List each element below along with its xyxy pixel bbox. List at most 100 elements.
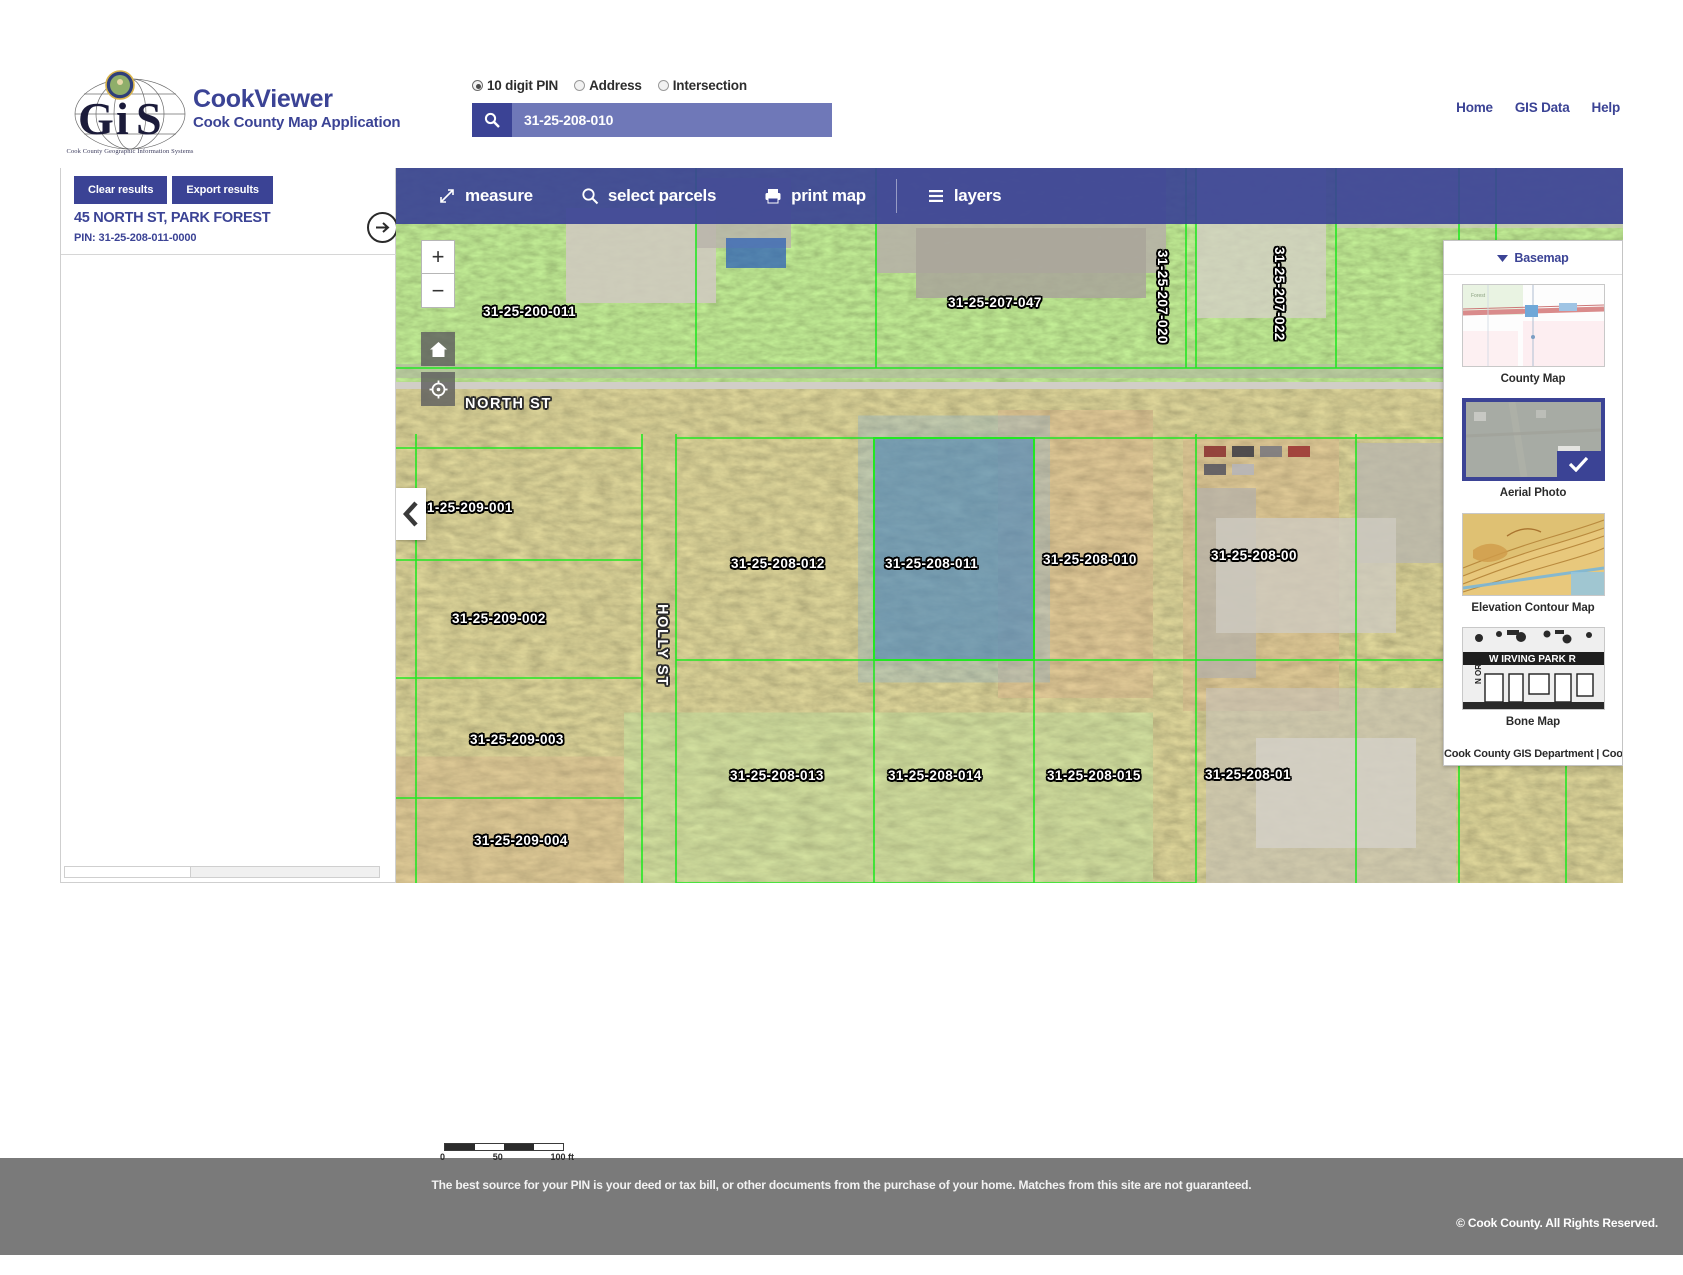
basemap-option-elevation-contour-map[interactable]: Elevation Contour Map [1444,513,1622,615]
basemap-panel: Basemap [1443,240,1623,766]
search-icon [484,112,500,128]
search-icon [581,187,599,205]
layers-icon [927,187,945,205]
parcel-label: 31-25-207-020 [1155,250,1170,344]
basemap-option-label: Aerial Photo [1500,486,1567,500]
basemap-option-list: Forest County Map [1444,275,1622,748]
basemap-option-aerial-photo[interactable]: Aerial Photo [1444,398,1622,500]
tool-print-map-label: print map [791,186,866,206]
radio-dot-icon [472,80,483,91]
caret-down-icon [1497,254,1508,262]
search-button[interactable] [472,103,512,137]
chevron-left-icon [403,501,420,527]
search-mode-address[interactable]: Address [574,78,642,93]
nav-home[interactable]: Home [1456,100,1493,115]
basemap-option-bone-map[interactable]: W IRVING PARK R N ORA [1444,627,1622,729]
result-divider [61,254,397,255]
map-toolbar: measure select parcels print map [396,168,1623,224]
check-icon [1569,457,1588,472]
tool-measure[interactable]: measure [414,186,557,206]
scalebar-tick-1: 50 [493,1152,503,1162]
zoom-in-button[interactable]: + [421,240,455,274]
printer-icon [764,187,782,205]
basemap-panel-title: Basemap [1514,251,1568,265]
parcel-label: 31-25-208-00 [1211,548,1297,563]
basemap-option-label: County Map [1501,372,1566,386]
locate-button[interactable] [421,372,455,406]
scalebar-tick-2: 100 ft [550,1152,574,1162]
tool-layers[interactable]: layers [903,186,1025,206]
elevation-contour-thumb-image [1463,514,1604,595]
gis-logo-caption: Cook County Geographic Information Syste… [66,148,194,155]
app-subtitle: Cook County Map Application [193,114,400,131]
results-sidebar: Clear results Export results 45 NORTH ST… [60,168,396,883]
sidebar-scrollbar[interactable] [64,866,380,878]
scalebar-tick-0: 0 [440,1152,445,1162]
search-mode-intersection[interactable]: Intersection [658,78,747,93]
elevation-contour-thumb [1462,513,1605,596]
results-actions: Clear results Export results [74,176,273,204]
tool-select-parcels-label: select parcels [608,186,716,206]
result-address: 45 NORTH ST, PARK FOREST [74,210,382,226]
svg-text:G: G [78,93,114,144]
search-mode-pin-label: 10 digit PIN [487,78,558,93]
parcel-label: 31-25-208-012 [731,556,825,571]
basemap-selected-check [1557,451,1601,477]
aerial-photo-thumb [1462,398,1605,481]
tool-select-parcels[interactable]: select parcels [557,186,740,206]
app-header: G i S Cook County Geographic Information… [0,0,1683,168]
result-pin: PIN: 31-25-208-011-0000 [74,232,382,244]
parcel-label: 31-25-208-01 [1205,767,1291,782]
home-icon [429,340,448,359]
result-item[interactable]: 45 NORTH ST, PARK FOREST PIN: 31-25-208-… [74,210,382,244]
sidebar-collapse-button[interactable] [396,488,426,540]
nav-gis-data[interactable]: GIS Data [1515,100,1570,115]
home-extent-button[interactable] [421,332,455,366]
search-mode-address-label: Address [589,78,642,93]
bone-map-thumb: W IRVING PARK R N ORA [1462,627,1605,710]
scalebar-ticks: 0 50 100 ft [440,1152,574,1162]
svg-text:S: S [136,93,162,144]
parcel-label: 31-25-207-047 [948,295,1042,310]
basemap-option-county-map[interactable]: Forest County Map [1444,284,1622,386]
street-label-north-st: NORTH ST [465,396,552,412]
search-mode-intersection-label: Intersection [673,78,747,93]
nav-help[interactable]: Help [1592,100,1620,115]
parcel-label: 31-25-209-001 [419,500,513,515]
measure-icon [438,187,456,205]
map-viewport[interactable]: measure select parcels print map [396,168,1623,883]
app-title: CookViewer [193,86,400,112]
parcel-label: 31-25-209-004 [474,833,568,848]
footer-disclaimer: The best source for your PIN is your dee… [0,1178,1683,1192]
export-results-button[interactable]: Export results [172,176,273,204]
search-bar [472,103,832,137]
parcel-label: 31-25-207-022 [1272,247,1287,341]
parcel-label: 31-25-209-003 [470,732,564,747]
scalebar-graphic [444,1143,564,1151]
search-mode-pin[interactable]: 10 digit PIN [472,78,558,93]
search-input[interactable] [512,103,832,137]
county-map-thumb-image: Forest [1463,285,1604,366]
zoom-out-button[interactable]: − [421,274,455,308]
zoom-controls: + − [421,240,455,308]
page-footer: The best source for your PIN is your dee… [0,1158,1683,1255]
clear-results-button[interactable]: Clear results [74,176,167,204]
toolbar-divider [896,179,897,213]
footer-copyright: © Cook County. All Rights Reserved. [1456,1216,1658,1230]
gis-logo: G i S [70,68,190,160]
basemap-panel-header[interactable]: Basemap [1444,241,1622,275]
aerial-photo-layer [396,168,1623,883]
parcel-label: 31-25-208-013 [730,768,824,783]
radio-dot-icon [658,80,669,91]
parcel-label-selected: 31-25-208-011 [885,556,978,571]
map-scalebar: 0 50 100 ft [444,1143,574,1162]
county-map-thumb: Forest [1462,284,1605,367]
svg-text:W IRVING PARK R: W IRVING PARK R [1489,654,1577,665]
result-go-button[interactable] [367,212,398,243]
svg-text:Forest: Forest [1471,293,1486,299]
brand: CookViewer Cook County Map Application [193,86,400,131]
tool-measure-label: measure [465,186,533,206]
tool-print-map[interactable]: print map [740,186,890,206]
basemap-option-label: Bone Map [1506,715,1560,729]
parcel-label: 31-25-200-011 [483,304,576,319]
